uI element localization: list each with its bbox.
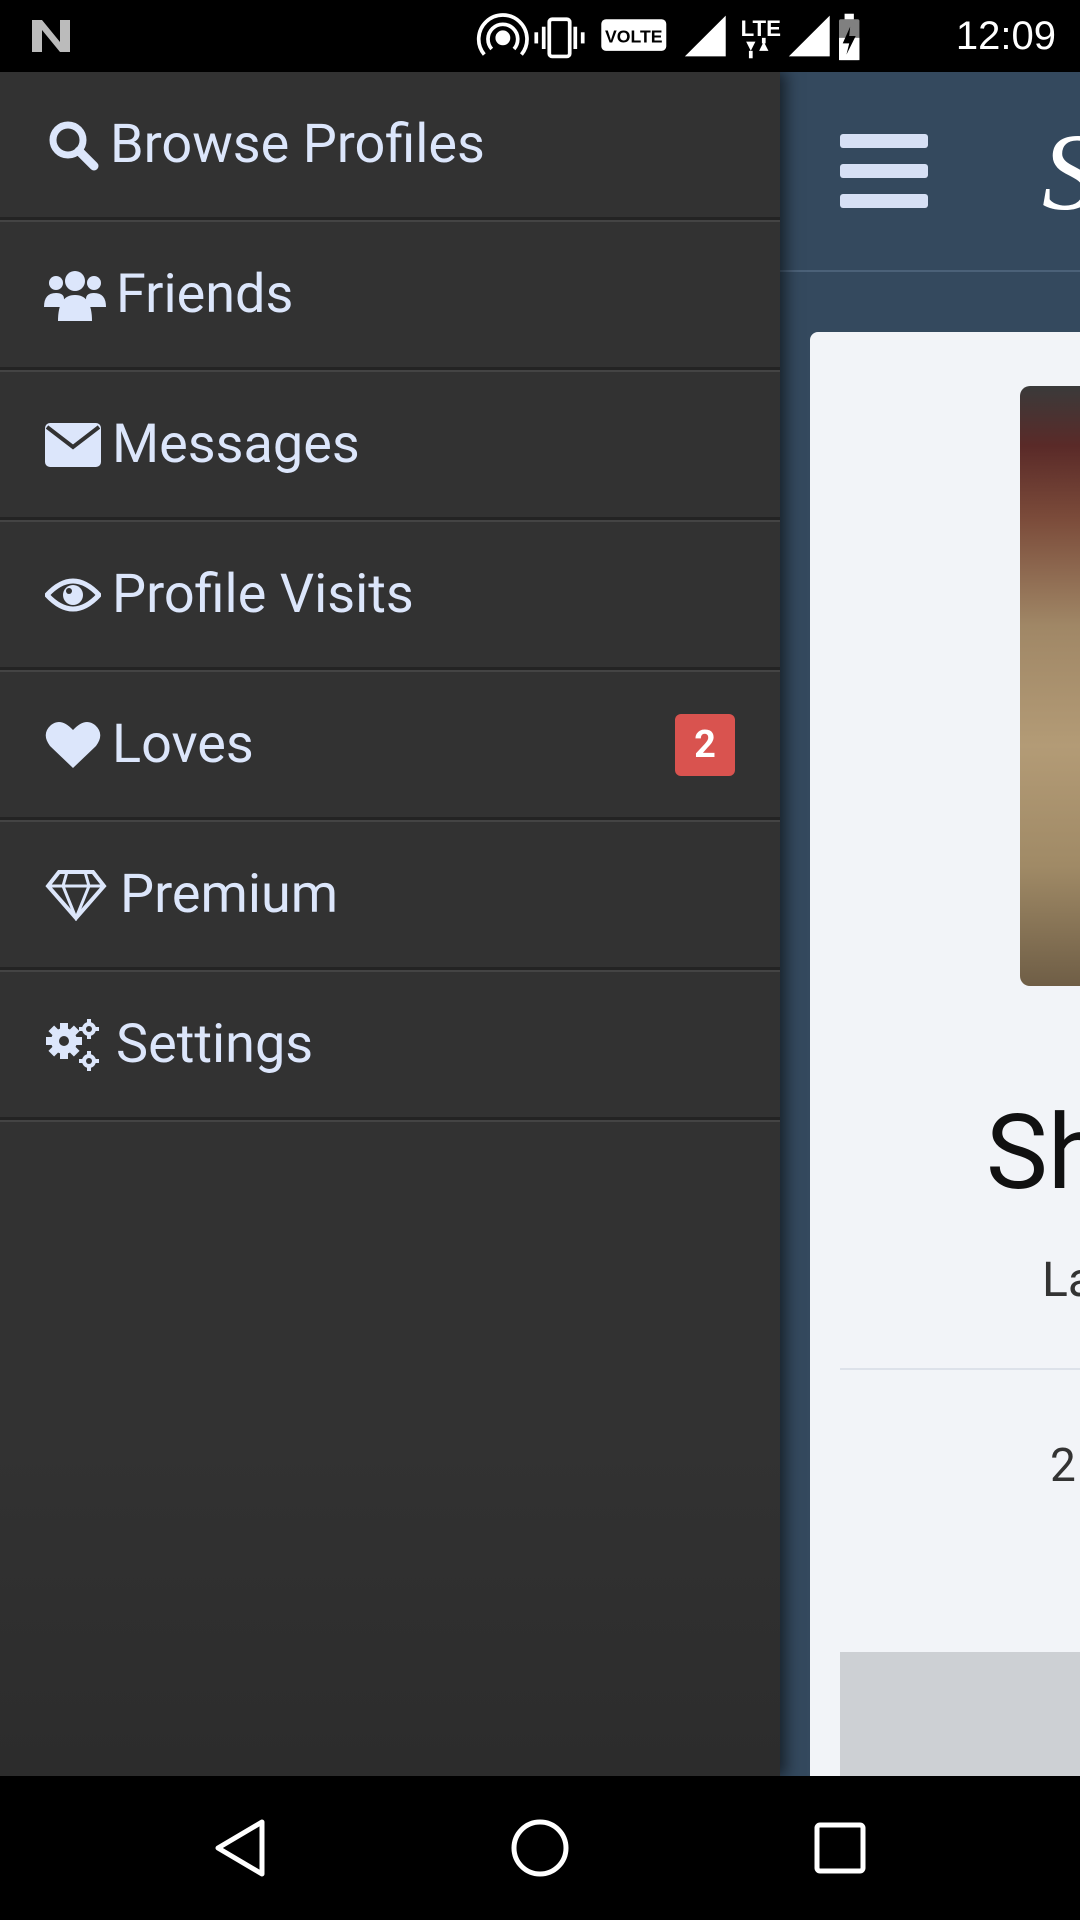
navigation-drawer: Browse Profiles Friends Messages Profile… [0,72,780,1776]
drawer-item-loves[interactable]: Loves 2 [0,672,780,820]
search-icon [44,116,102,174]
profile-name: Sh [986,1093,1080,1214]
eye-icon [44,566,102,624]
status-bar: VOLTE LTE 12:09 [0,0,1080,72]
drawer-item-label: Messages [112,412,360,476]
app-logo: S [1042,102,1080,242]
hotspot-icon [476,13,529,56]
drawer-item-label: Browse Profiles [110,112,485,176]
drawer-item-label: Settings [116,1012,314,1076]
profile-subtitle: La [1042,1251,1080,1308]
volte-icon: VOLTE [601,19,667,51]
users-icon [44,266,106,324]
clock: 12:09 [955,14,1056,58]
heart-icon [44,716,102,774]
svg-text:LTE: LTE [741,16,781,41]
home-icon[interactable] [508,1816,572,1880]
app-header: S [780,72,1080,272]
drawer-item-label: Premium [120,862,339,926]
system-nav-bar [0,1776,1080,1920]
drawer-item-browse-profiles[interactable]: Browse Profiles [0,72,780,220]
diamond-icon [44,866,108,924]
battery-charging-icon [839,13,860,61]
recents-icon[interactable] [808,1816,872,1880]
card-divider [840,1368,1080,1370]
profile-stat: 2 [1050,1439,1076,1493]
drawer-item-label: Profile Visits [112,562,414,626]
card-footer [840,1652,1080,1776]
lte-icon: LTE [741,16,781,59]
drawer-item-profile-visits[interactable]: Profile Visits [0,522,780,670]
back-icon[interactable] [210,1816,274,1880]
vibrate-icon [534,17,585,59]
status-icons: VOLTE LTE [476,13,860,61]
notification-badge: 2 [675,713,735,776]
svg-text:VOLTE: VOLTE [605,27,663,47]
drawer-item-label: Friends [116,262,294,326]
drawer-item-premium[interactable]: Premium [0,822,780,970]
drawer-item-messages[interactable]: Messages [0,372,780,520]
signal-icon [788,15,830,57]
profile-card[interactable]: Sh La 2 [810,332,1080,1776]
hamburger-menu-icon[interactable] [840,134,930,208]
drawer-item-friends[interactable]: Friends [0,222,780,370]
n-logo-icon [32,20,70,52]
envelope-icon [44,416,102,474]
gears-icon [44,1016,102,1074]
signal-icon [684,15,726,57]
drawer-item-settings[interactable]: Settings [0,972,780,1120]
drawer-item-label: Loves [112,712,254,776]
profile-photo[interactable] [1020,386,1080,986]
